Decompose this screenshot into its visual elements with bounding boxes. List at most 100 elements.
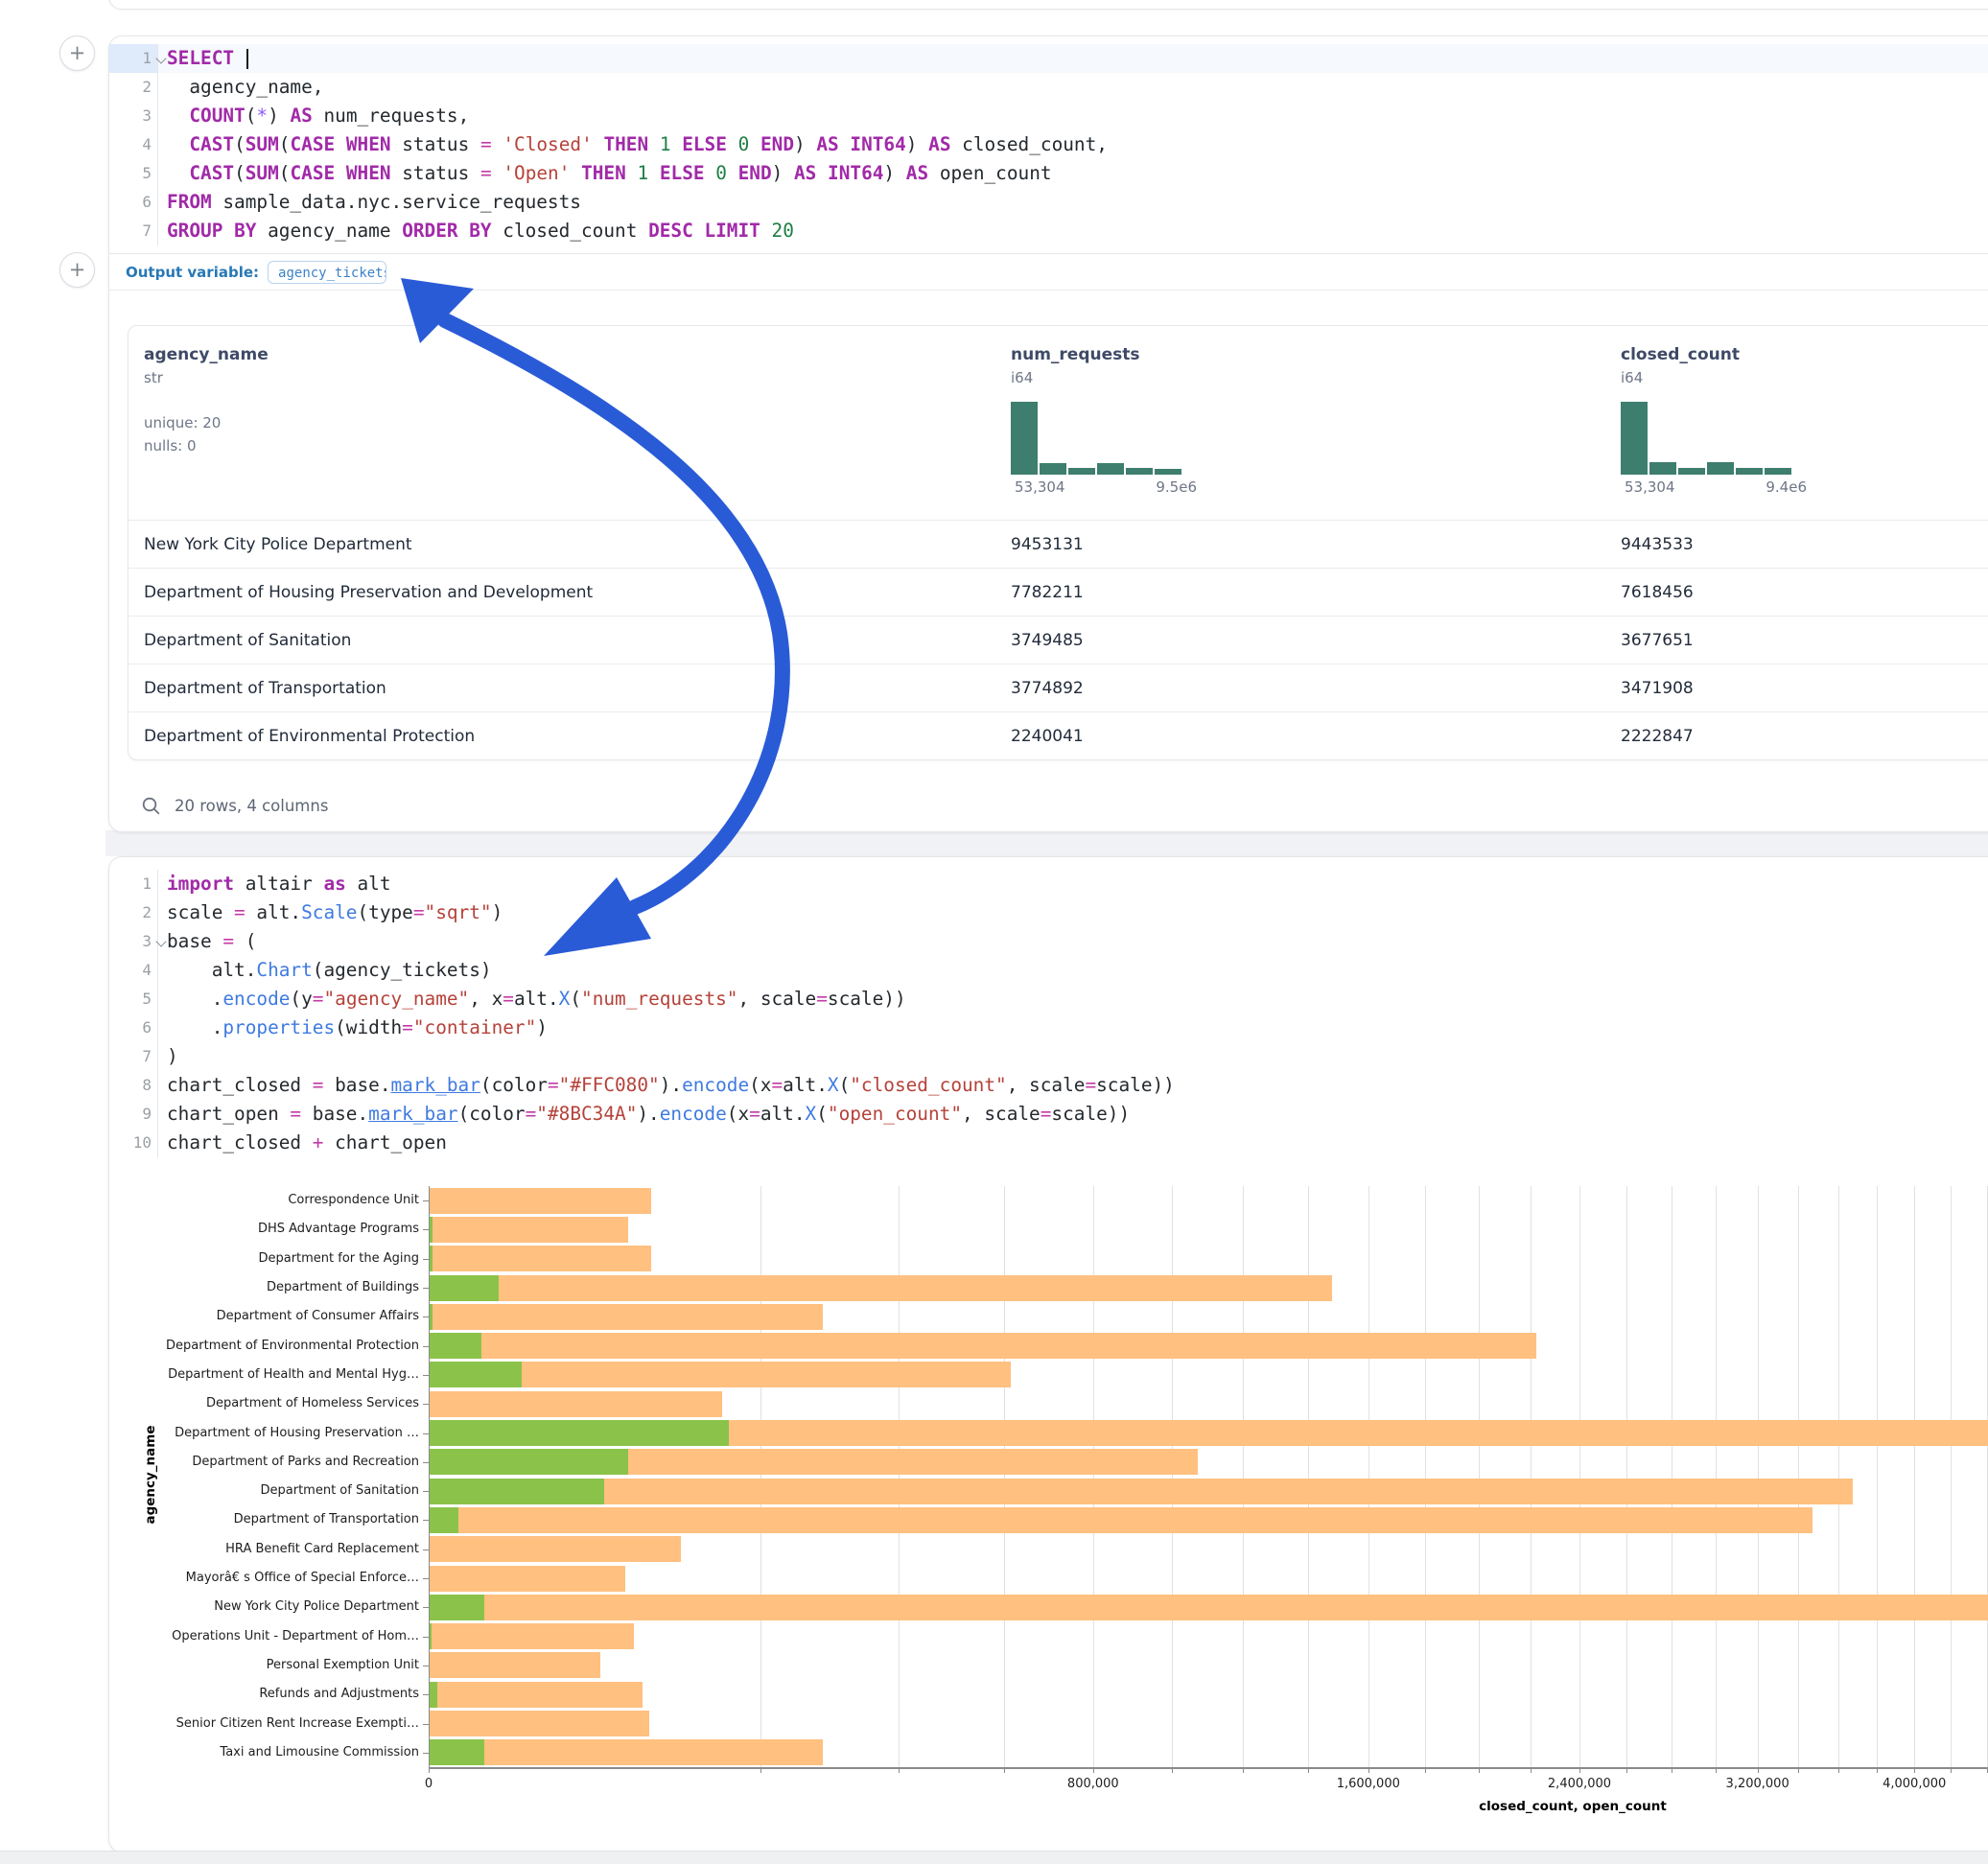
- code-line-text: CAST(SUM(CASE WHEN status = 'Open' THEN …: [157, 159, 1052, 188]
- column-stats: unique: 20nulls: 0: [144, 411, 269, 457]
- code-line: 5 .encode(y="agency_name", x=alt.X("num_…: [109, 985, 1988, 1014]
- sql-editor[interactable]: 1SELECT 2 agency_name,3 COUNT(*) AS num_…: [109, 36, 1988, 245]
- table-cell: 3471908: [1621, 664, 1694, 712]
- histogram-bar: [1011, 402, 1038, 475]
- column-header-closed_count: closed_counti6453,3049.4e6: [1621, 345, 1793, 498]
- table-row: Department of Environmental Protection 22…: [129, 711, 1988, 760]
- table-cell: 2222847: [1621, 712, 1694, 760]
- plus-icon: +: [69, 258, 86, 281]
- column-histogram: [1011, 400, 1183, 475]
- code-line-text: chart_open = base.mark_bar(color="#8BC34…: [157, 1100, 1130, 1129]
- histogram-bar: [1765, 468, 1791, 475]
- code-line-text: GROUP BY agency_name ORDER BY closed_cou…: [157, 217, 794, 245]
- code-line: 7): [109, 1042, 1988, 1071]
- code-line-text: ): [157, 1042, 178, 1071]
- line-number: 5: [109, 159, 157, 188]
- line-number: 5: [109, 985, 157, 1014]
- histogram-max-label: 9.5e6: [1156, 478, 1197, 496]
- line-number: 7: [109, 217, 157, 245]
- code-line-text: agency_name,: [157, 73, 323, 102]
- histogram-min-label: 53,304: [1015, 478, 1065, 496]
- column-name: agency_name: [144, 345, 269, 364]
- output-variable-value: agency_tickets: [278, 266, 386, 281]
- text-cursor: [246, 49, 248, 69]
- code-line-text: chart_closed = base.mark_bar(color="#FFC…: [157, 1071, 1175, 1100]
- histogram-bar: [1678, 468, 1705, 475]
- histogram-bar: [1621, 402, 1648, 475]
- histogram-bar: [1155, 469, 1181, 475]
- code-line-text: import altair as alt: [157, 870, 391, 898]
- dataframe-preview-table: agency_namestrunique: 20nulls: 0 num_requ…: [128, 325, 1988, 760]
- histogram-bar: [1649, 462, 1676, 475]
- output-variable-label: Output variable:: [126, 264, 259, 281]
- line-number: 3: [109, 102, 157, 130]
- add-cell-button-output[interactable]: +: [59, 252, 95, 288]
- code-line: 4 alt.Chart(agency_tickets): [109, 956, 1988, 985]
- code-line: 6 .properties(width="container"): [109, 1014, 1988, 1042]
- table-cell: 7618456: [1621, 569, 1694, 617]
- table-cell: 3677651: [1621, 617, 1694, 664]
- column-header-num_requests: num_requests i64 53,3049.5e6: [1011, 345, 1183, 498]
- cell-gap: [105, 830, 1988, 856]
- line-number: 4: [109, 130, 157, 159]
- python-cell: 1import altair as alt2scale = alt.Scale(…: [108, 856, 1988, 1852]
- histogram-bar: [1126, 468, 1153, 475]
- line-number: 1: [109, 44, 157, 73]
- table-cell: Department of Environmental Protection: [144, 712, 475, 760]
- column-type: i64: [1011, 369, 1183, 386]
- output-variable-bar: Output variable: agency_tickets: [109, 253, 1988, 291]
- line-number: 3: [109, 927, 157, 956]
- table-footer: 20 rows, 4 columns: [141, 786, 328, 825]
- line-number: 1: [109, 870, 157, 898]
- python-editor[interactable]: 1import altair as alt2scale = alt.Scale(…: [109, 857, 1988, 1157]
- line-number: 6: [109, 1014, 157, 1042]
- line-number: 8: [109, 1071, 157, 1100]
- table-cell: 9443533: [1621, 521, 1694, 569]
- code-line-text: .properties(width="container"): [157, 1014, 548, 1042]
- histogram-range: 53,3049.4e6: [1621, 478, 1793, 498]
- histogram-bar: [1707, 462, 1734, 475]
- code-line-text: chart_closed + chart_open: [157, 1129, 447, 1157]
- histogram-min-label: 53,304: [1625, 478, 1675, 496]
- column-type: i64: [1621, 369, 1793, 386]
- table-cell: Department of Housing Preservation and D…: [144, 569, 593, 617]
- table-cell: 3749485: [1011, 617, 1084, 664]
- table-row: New York City Police Department945313194…: [129, 520, 1988, 569]
- line-number: 7: [109, 1042, 157, 1071]
- sql-cell: 1SELECT 2 agency_name,3 COUNT(*) AS num_…: [108, 35, 1988, 832]
- table-row: Department of Housing Preservation and D…: [129, 568, 1988, 617]
- code-line-text: SELECT: [157, 44, 248, 73]
- histogram-range: 53,3049.5e6: [1011, 478, 1183, 498]
- code-line-text: FROM sample_data.nyc.service_requests: [157, 188, 581, 217]
- code-line: 9chart_open = base.mark_bar(color="#8BC3…: [109, 1100, 1988, 1129]
- code-line: 5 CAST(SUM(CASE WHEN status = 'Open' THE…: [109, 159, 1988, 188]
- code-line: 1SELECT: [109, 44, 1988, 73]
- code-line-text: alt.Chart(agency_tickets): [157, 956, 492, 985]
- code-line-text: base = (: [157, 927, 256, 956]
- code-line: 7GROUP BY agency_name ORDER BY closed_co…: [109, 217, 1988, 245]
- code-line-text: CAST(SUM(CASE WHEN status = 'Closed' THE…: [157, 130, 1108, 159]
- notebook-page: + + 1SELECT 2 agency_name,3 COUNT(*) AS …: [0, 0, 1988, 1864]
- column-name: num_requests: [1011, 345, 1183, 364]
- add-cell-button-top[interactable]: +: [59, 35, 95, 71]
- column-header-agency_name: agency_namestrunique: 20nulls: 0: [144, 345, 269, 457]
- code-line: 6FROM sample_data.nyc.service_requests: [109, 188, 1988, 217]
- table-cell: Department of Transportation: [144, 664, 386, 712]
- table-row: Department of Sanitation37494853677651: [129, 616, 1988, 664]
- code-line: 2 agency_name,: [109, 73, 1988, 102]
- column-histogram: [1621, 400, 1793, 475]
- page-bottom-band: [0, 1851, 1988, 1864]
- table-cell: 2240041: [1011, 712, 1084, 760]
- line-number: 2: [109, 73, 157, 102]
- plus-icon: +: [69, 41, 86, 64]
- code-line: 1import altair as alt: [109, 870, 1988, 898]
- line-number: 2: [109, 898, 157, 927]
- histogram-bar: [1097, 463, 1124, 475]
- table-cell: 3774892: [1011, 664, 1084, 712]
- line-number: 6: [109, 188, 157, 217]
- search-icon[interactable]: [141, 796, 161, 816]
- previous-cell-edge: [108, 0, 1988, 10]
- output-variable-pill[interactable]: agency_tickets: [268, 261, 386, 284]
- code-line: 10chart_closed + chart_open: [109, 1129, 1988, 1157]
- table-cell: 9453131: [1011, 521, 1084, 569]
